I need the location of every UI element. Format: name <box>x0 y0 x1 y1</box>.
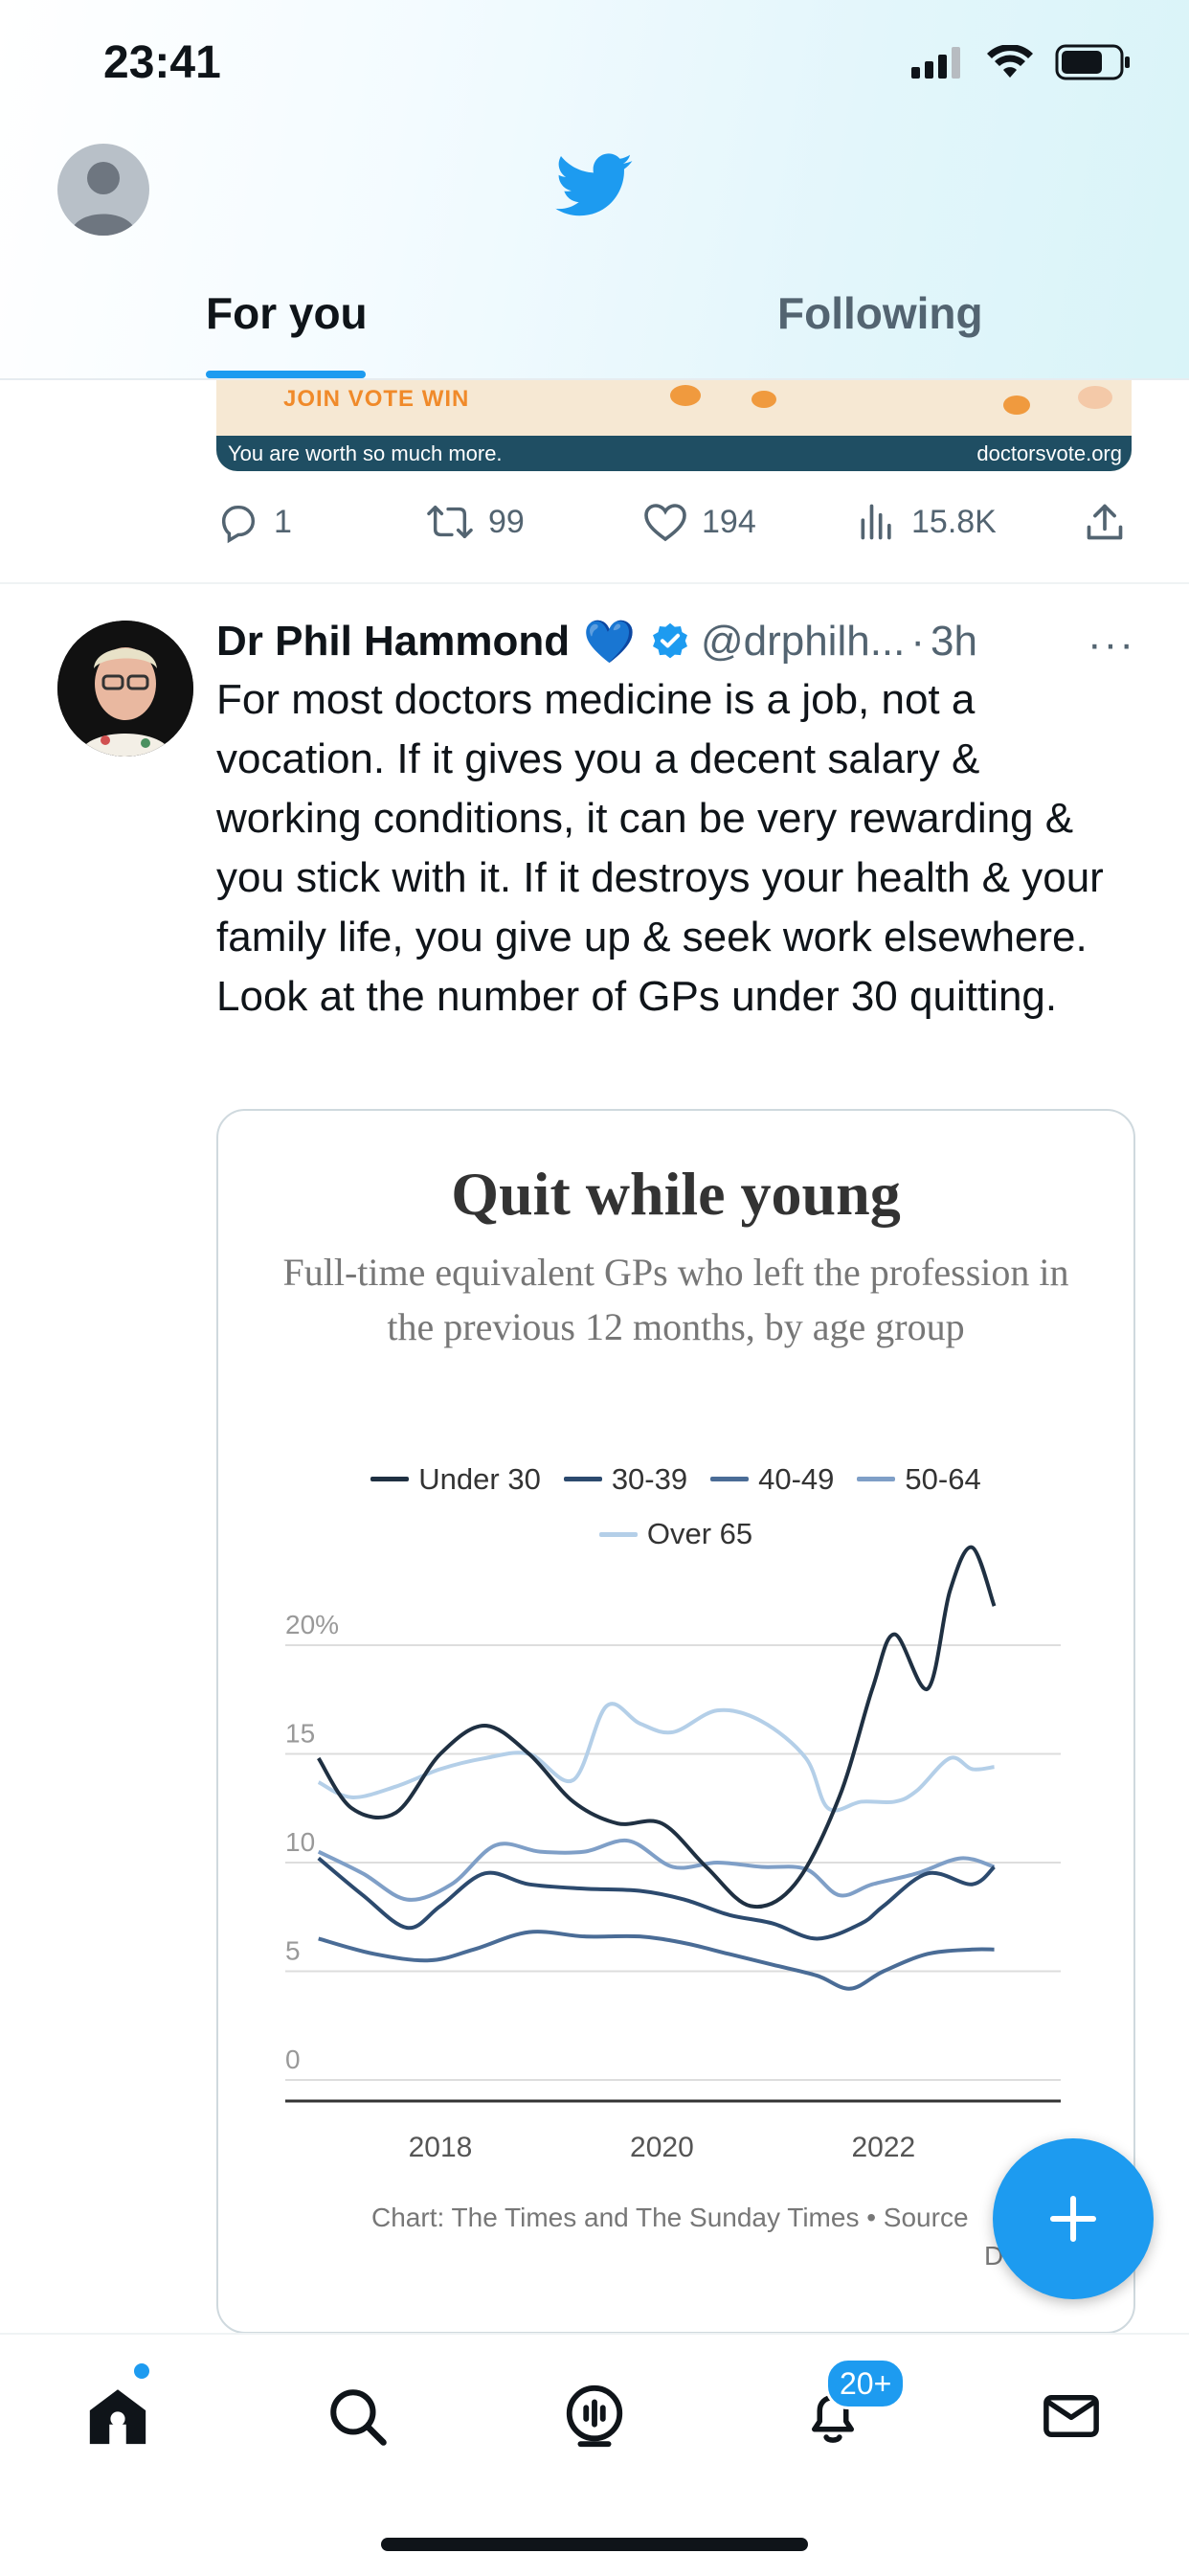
tab-for-you[interactable]: For you <box>206 287 368 339</box>
twitter-logo-icon[interactable] <box>555 153 634 223</box>
x-tick-label: 2022 <box>851 2132 915 2163</box>
share-button[interactable] <box>1084 501 1126 543</box>
nav-spaces[interactable] <box>551 2373 638 2459</box>
home-indicator-bar <box>381 2538 808 2551</box>
home-icon <box>89 2389 146 2445</box>
author-handle[interactable]: @drphilh... <box>701 618 905 666</box>
timeline-tabs: For you Following <box>0 278 1189 378</box>
retweet-button[interactable]: 99 <box>425 500 525 544</box>
chart-legend: Under 30 30-39 40-49 50-64 Over 65 <box>218 1448 1133 1558</box>
nav-messages[interactable] <box>1028 2373 1114 2459</box>
y-tick-label: 15 <box>285 1719 315 1749</box>
verified-badge-icon <box>652 622 687 659</box>
legend-label: Under 30 <box>418 1461 541 1496</box>
profile-avatar[interactable] <box>57 144 149 236</box>
default-avatar-icon <box>71 162 136 236</box>
share-icon <box>1087 504 1123 540</box>
legend-label: Over 65 <box>646 1517 753 1550</box>
status-icons <box>911 44 1132 80</box>
retweet-count: 99 <box>488 503 525 540</box>
y-tick-label: 0 <box>285 2045 301 2074</box>
notification-badge: 20+ <box>825 2358 907 2409</box>
author-photo-icon <box>57 621 193 757</box>
views-button[interactable]: 15.8K <box>856 501 997 543</box>
search-icon <box>330 2389 387 2446</box>
tweet-media-chart[interactable]: 0 5 10 15 20% 2018 2020 2022 Quit while young F… <box>216 1109 1135 2334</box>
more-options-button[interactable]: ··· <box>1088 621 1135 668</box>
compose-tweet-button[interactable] <box>993 2138 1154 2299</box>
banner-url: doctorsvote.org <box>976 441 1122 465</box>
y-tick-label: 10 <box>285 1827 315 1857</box>
chart-title: Quit while young <box>451 1160 901 1228</box>
reply-icon <box>221 505 256 544</box>
series-line-under-30 <box>317 1545 997 1909</box>
active-tab-indicator <box>206 371 366 378</box>
series-line-over-65 <box>317 1702 995 1813</box>
view-count: 15.8K <box>911 503 997 540</box>
plus-icon <box>1049 2195 1097 2243</box>
tweet-header: Dr Phil Hammond 💙 @drphilh... · 3h ··· <box>216 613 1135 670</box>
crab-illustration-icon <box>670 385 1112 415</box>
meta-separator: · <box>910 618 926 665</box>
previous-tweet-image[interactable]: JOIN VOTE WIN You are worth so much more… <box>216 378 1132 471</box>
legend-swatch <box>710 1477 750 1481</box>
legend-item: 30-39 <box>563 1456 688 1503</box>
y-tick-label: 20% <box>285 1610 339 1639</box>
legend-item: Under 30 <box>370 1456 541 1503</box>
nav-search[interactable] <box>314 2373 400 2459</box>
series-line-40-49 <box>318 1930 995 1991</box>
nav-home[interactable] <box>75 2373 161 2459</box>
tweet-divider <box>0 582 1189 584</box>
banner-footer: You are worth so much more. doctorsvote.… <box>216 436 1132 471</box>
legend-label: 30-39 <box>611 1461 688 1496</box>
like-count: 194 <box>702 503 756 540</box>
cellular-signal-icon <box>911 47 960 79</box>
y-tick-label: 5 <box>285 1936 301 1966</box>
x-tick-label: 2020 <box>630 2132 694 2163</box>
retweet-icon <box>427 505 473 539</box>
reply-count: 1 <box>274 503 292 540</box>
legend-swatch <box>857 1477 896 1481</box>
views-chart-icon <box>861 504 891 540</box>
chart-subtitle: Full-time equivalent GPs who left the pr… <box>282 1251 1069 1348</box>
legend-label: 50-64 <box>905 1461 981 1496</box>
reply-button[interactable]: 1 <box>216 500 292 544</box>
tweet-text: For most doctors medicine is a job, not … <box>216 676 1104 1020</box>
author-name[interactable]: Dr Phil Hammond <box>216 618 570 666</box>
previous-tweet-actions: 1 99 194 15.8K <box>216 493 1132 551</box>
banner-illustration: JOIN VOTE WIN <box>216 378 1132 436</box>
author-avatar[interactable] <box>57 621 193 757</box>
bottom-navigation: 20+ <box>0 2333 1189 2576</box>
battery-icon <box>1055 44 1130 80</box>
legend-swatch <box>563 1477 602 1481</box>
legend-swatch <box>370 1477 410 1481</box>
legend-item: Over 65 <box>598 1510 753 1558</box>
legend-item: 50-64 <box>857 1456 981 1503</box>
legend-item: 40-49 <box>710 1456 834 1503</box>
legend-label: 40-49 <box>758 1461 835 1496</box>
tab-following[interactable]: Following <box>777 287 983 339</box>
banner-tagline: You are worth so much more. <box>228 441 503 465</box>
legend-swatch <box>598 1531 638 1537</box>
tweet-time[interactable]: 3h <box>931 618 977 666</box>
app-header: 23:41 For you Following <box>0 0 1189 380</box>
mail-icon <box>1043 2395 1099 2437</box>
series-line-50-64 <box>317 1838 996 1902</box>
heart-emoji: 💙 <box>583 619 636 666</box>
wifi-icon <box>987 45 1033 78</box>
status-time: 23:41 <box>103 37 221 88</box>
x-tick-label: 2018 <box>409 2132 473 2163</box>
spaces-microphone-icon <box>566 2384 623 2448</box>
home-unread-dot <box>134 2363 149 2379</box>
like-button[interactable]: 194 <box>642 501 756 543</box>
heart-icon <box>644 504 686 542</box>
